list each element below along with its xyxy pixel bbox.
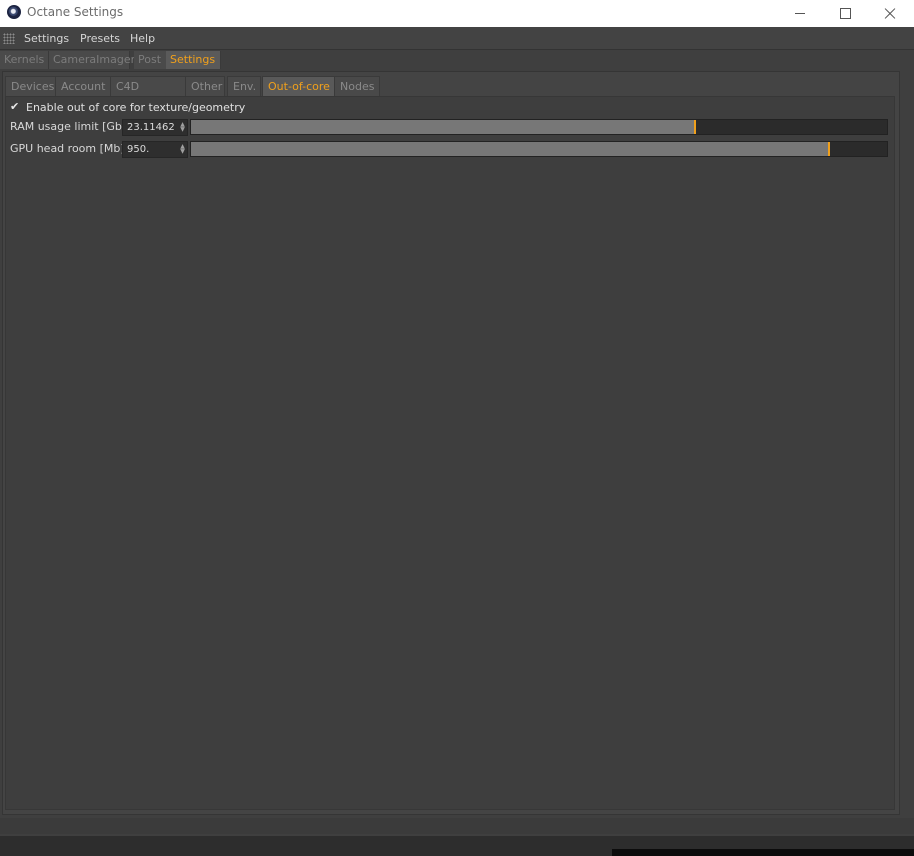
minimize-button[interactable] (778, 0, 822, 27)
out-of-core-content: ✔ Enable out of core for texture/geometr… (5, 96, 895, 810)
tab-other[interactable]: Other (185, 76, 225, 96)
tab-account[interactable]: Account (55, 76, 112, 96)
enable-out-of-core-label: Enable out of core for texture/geometry (26, 101, 246, 114)
tab-cameraimager[interactable]: CameraImager (49, 51, 135, 69)
ram-usage-limit-field[interactable]: 23.11462 ▲ ▼ (122, 119, 188, 136)
ram-usage-limit-row: RAM usage limit [Gb] 23.11462 ▲ ▼ (10, 119, 890, 136)
sub-tab-bar: Devices Account C4D shaders Other Env. O… (5, 76, 895, 112)
slider-fill (191, 120, 695, 134)
app-logo-icon (7, 5, 21, 19)
maximize-icon (839, 8, 851, 19)
tab-kernels[interactable]: Kernels (0, 51, 49, 69)
top-tab-bar: Kernels CameraImager Post Settings (0, 51, 914, 71)
tab-nodes[interactable]: Nodes (334, 76, 380, 96)
menu-bar: Settings Presets Help (0, 27, 914, 50)
settings-panel: Devices Account C4D shaders Other Env. O… (2, 71, 900, 815)
gpu-head-room-row: GPU head room [Mb] 950. ▲ ▼ (10, 141, 890, 158)
gpu-head-room-label: GPU head room [Mb] (10, 142, 125, 155)
ram-usage-limit-slider[interactable] (190, 119, 888, 135)
viewport-edge (612, 849, 914, 856)
tab-c4d-shaders[interactable]: C4D shaders (110, 76, 187, 112)
menu-help[interactable]: Help (130, 32, 155, 45)
tab-devices[interactable]: Devices (5, 76, 57, 96)
tab-settings[interactable]: Settings (166, 51, 221, 69)
status-bar (0, 818, 914, 834)
tab-env[interactable]: Env. (227, 76, 261, 96)
menu-settings[interactable]: Settings (24, 32, 69, 45)
slider-fill (191, 142, 829, 156)
slider-handle[interactable] (694, 120, 696, 134)
title-bar: Octane Settings (0, 0, 914, 27)
maximize-button[interactable] (823, 0, 867, 27)
slider-handle[interactable] (828, 142, 830, 156)
spinner-arrows-icon[interactable]: ▲ ▼ (180, 122, 185, 133)
menu-presets[interactable]: Presets (80, 32, 120, 45)
tab-out-of-core[interactable]: Out-of-core (262, 76, 336, 96)
gpu-head-room-value[interactable]: 950. (127, 144, 149, 155)
window-title: Octane Settings (27, 5, 124, 19)
checkmark-icon: ✔ (10, 100, 20, 113)
ram-usage-limit-label: RAM usage limit [Gb] (10, 120, 127, 133)
minimize-icon (795, 13, 805, 14)
gpu-head-room-slider[interactable] (190, 141, 888, 157)
gpu-head-room-field[interactable]: 950. ▲ ▼ (122, 141, 188, 158)
close-icon (884, 8, 896, 20)
close-button[interactable] (868, 0, 912, 27)
spinner-arrows-icon[interactable]: ▲ ▼ (180, 144, 185, 155)
ram-usage-limit-value[interactable]: 23.11462 (127, 122, 175, 133)
grip-icon[interactable] (3, 33, 15, 44)
tab-post[interactable]: Post (134, 51, 167, 69)
